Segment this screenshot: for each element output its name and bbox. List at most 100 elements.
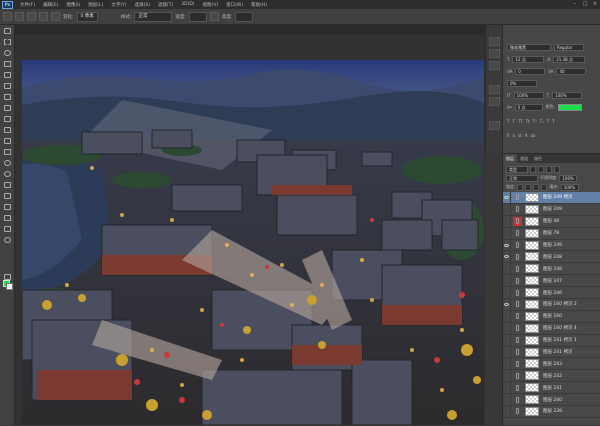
tab-layers[interactable]: 图层 [503, 154, 517, 163]
opentype-ornament-icon[interactable]: σ [513, 133, 516, 138]
layer-name[interactable]: 图层 241 拷贝 [543, 349, 572, 355]
visibility-eye-icon[interactable] [503, 263, 511, 275]
scale-input[interactable]: 0% [507, 79, 537, 87]
layer-row[interactable]: 图层 240 [503, 394, 600, 407]
layer-name[interactable]: 图层 160 拷贝 4 [543, 325, 577, 331]
horizontal-scale-input[interactable]: 100% [552, 91, 583, 99]
eraser-tool-icon[interactable] [2, 137, 13, 146]
layer-thumbnail[interactable] [525, 347, 539, 357]
small-caps-icon[interactable]: Tt [526, 119, 530, 124]
layer-name[interactable]: 图层 249 [543, 242, 562, 248]
menu-view[interactable]: 视图(V) [199, 2, 223, 8]
layer-thumbnail[interactable] [525, 406, 539, 416]
layer-thumbnail[interactable] [525, 252, 539, 262]
visibility-eye-icon[interactable] [503, 358, 511, 370]
layer-thumbnail[interactable] [525, 383, 539, 393]
filter-type-icon[interactable] [546, 165, 552, 173]
feather-input[interactable]: 0 像素 [76, 11, 98, 22]
width-input[interactable] [188, 11, 207, 22]
close-button[interactable]: × [592, 1, 598, 7]
layer-thumbnail[interactable] [525, 228, 539, 238]
faux-italic-icon[interactable]: T [512, 119, 514, 124]
layer-name[interactable]: 图层 242 [543, 373, 562, 379]
underline-icon[interactable]: T [547, 119, 549, 124]
layer-thumbnail[interactable] [525, 288, 539, 298]
marquee-tool-icon[interactable] [2, 38, 13, 47]
healing-brush-tool-icon[interactable] [2, 93, 13, 102]
visibility-eye-icon[interactable] [503, 251, 511, 263]
superscript-icon[interactable]: T¹ [533, 119, 537, 124]
layer-thumbnail[interactable] [525, 311, 539, 321]
layer-row[interactable]: 图层 160 拷贝 2 [503, 298, 600, 311]
subscript-icon[interactable]: T₁ [540, 119, 544, 124]
crop-tool-icon[interactable] [2, 71, 13, 80]
layer-thumbnail[interactable] [525, 371, 539, 381]
menu-edit[interactable]: 编辑(E) [39, 2, 62, 8]
layer-thumbnail[interactable] [525, 299, 539, 309]
hand-tool-icon[interactable] [2, 225, 13, 234]
layer-name[interactable]: 图层 160 拷贝 2 [543, 301, 577, 307]
tab-paths[interactable]: 路径 [531, 154, 545, 163]
layer-row[interactable]: 图层 78 [503, 227, 600, 240]
visibility-eye-icon[interactable] [503, 370, 511, 382]
marquee-tool-preset-icon[interactable] [3, 12, 12, 21]
visibility-eye-icon[interactable] [503, 203, 511, 215]
zoom-tool-icon[interactable] [2, 236, 13, 245]
text-color-swatch[interactable] [557, 103, 582, 111]
lock-position-icon[interactable] [533, 183, 540, 191]
height-input[interactable] [235, 11, 254, 22]
visibility-eye-icon[interactable] [503, 298, 511, 310]
opacity-input[interactable]: 100% [559, 174, 578, 182]
visibility-eye-icon[interactable] [503, 405, 511, 417]
layer-thumbnail[interactable] [525, 276, 539, 286]
gradient-tool-icon[interactable] [2, 148, 13, 157]
layer-row[interactable]: 图层 243 [503, 358, 600, 371]
layer-row[interactable]: 图层 48 [503, 215, 600, 228]
menu-3d[interactable]: 3D(D) [177, 2, 198, 7]
layer-row[interactable]: 图层 160 拷贝 4 [503, 322, 600, 335]
swap-dimensions-icon[interactable] [209, 12, 219, 21]
layer-row[interactable]: 图层 248 [503, 263, 600, 276]
layer-row[interactable]: 图层 160 [503, 310, 600, 323]
minimize-button[interactable]: – [572, 1, 578, 7]
visibility-eye-icon[interactable] [503, 239, 511, 251]
lock-all-icon[interactable] [541, 183, 548, 191]
vertical-scale-input[interactable]: 100% [513, 91, 544, 99]
layer-thumbnail[interactable] [525, 264, 539, 274]
pen-tool-icon[interactable] [2, 181, 13, 190]
layer-row[interactable]: 图层 246 [503, 287, 600, 300]
baseline-shift-input[interactable]: 0 点 [514, 103, 543, 111]
font-style-select[interactable]: Regular [554, 43, 584, 51]
add-selection-icon[interactable] [27, 12, 36, 21]
layer-row[interactable]: 图层 239 [503, 405, 600, 418]
layer-thumbnail[interactable] [525, 240, 539, 250]
menu-layer[interactable]: 图层(L) [84, 2, 107, 8]
layer-row[interactable]: 图层 241 拷贝 [503, 346, 600, 359]
tracking-input[interactable]: 40 [556, 67, 587, 75]
layer-thumbnail[interactable] [525, 323, 539, 333]
layer-name[interactable]: 图层 247 [543, 278, 562, 284]
layer-row[interactable]: 图层 248 [503, 251, 600, 264]
blend-mode-select[interactable]: 正常 [506, 174, 538, 182]
layer-name[interactable]: 图层 249 [543, 206, 562, 212]
strikethrough-icon[interactable]: T [552, 119, 554, 124]
layer-row[interactable]: 图层 242 [503, 370, 600, 383]
lock-paint-icon[interactable] [525, 183, 532, 191]
layer-thumbnail[interactable] [525, 204, 539, 214]
blur-tool-icon[interactable] [2, 159, 13, 168]
dodge-tool-icon[interactable] [2, 170, 13, 179]
layer-thumbnail[interactable] [525, 192, 539, 202]
intersect-selection-icon[interactable] [51, 12, 60, 21]
brush-panel-icon[interactable] [489, 121, 500, 130]
layer-name[interactable]: 图层 160 [543, 313, 562, 319]
layer-name[interactable]: 图层 243 [543, 361, 562, 367]
layer-name[interactable]: 图层 246 [543, 290, 562, 296]
history-brush-tool-icon[interactable] [2, 126, 13, 135]
layer-kind-filter[interactable]: 类型 [506, 165, 528, 173]
menu-type[interactable]: 文字(Y) [107, 2, 130, 8]
paragraph-panel-icon[interactable] [489, 97, 500, 106]
swatches-panel-icon[interactable] [489, 61, 500, 70]
menu-image[interactable]: 图像(I) [62, 2, 84, 8]
layer-thumbnail[interactable] [525, 216, 539, 226]
opentype-stylistic-icon[interactable]: st [518, 133, 522, 138]
